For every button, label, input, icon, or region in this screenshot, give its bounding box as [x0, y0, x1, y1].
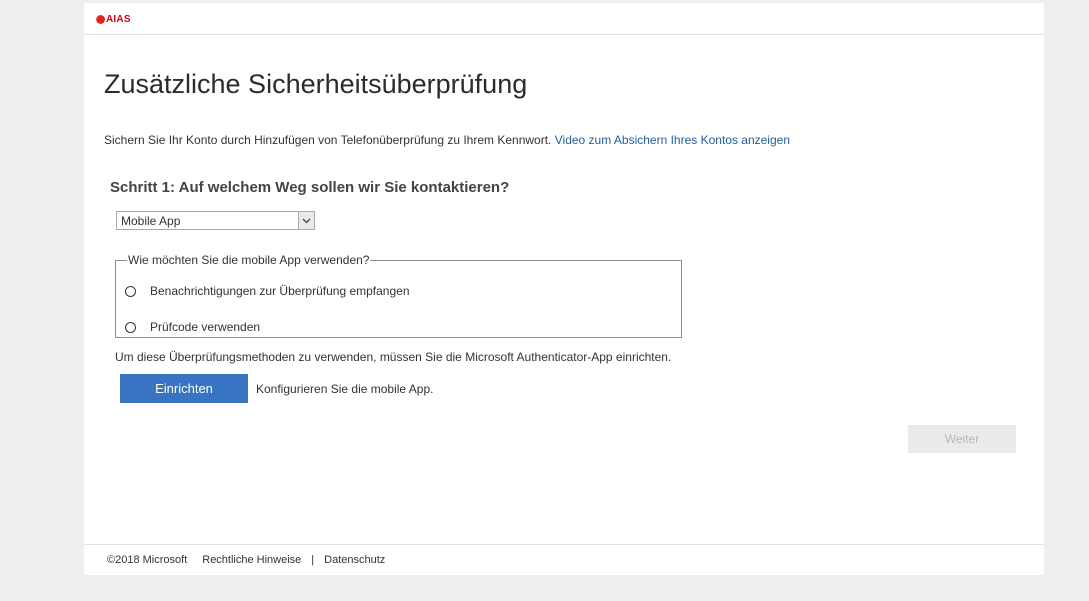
contact-method-select[interactable]: Mobile App — [116, 211, 315, 230]
footer-separator: | — [311, 554, 315, 566]
contact-method-value: Mobile App — [121, 214, 181, 228]
logo-text: AIAS — [106, 13, 131, 25]
chevron-down-icon[interactable] — [298, 212, 314, 229]
intro-text-line: Sichern Sie Ihr Konto durch Hinzufügen v… — [104, 133, 790, 147]
app-usage-group: Wie möchten Sie die mobile App verwenden… — [115, 253, 682, 338]
copyright: ©2018 Microsoft — [107, 554, 188, 566]
footer: ©2018 Microsoft Rechtliche Hinweise | Da… — [107, 554, 385, 566]
page-title: Zusätzliche Sicherheitsüberprüfung — [104, 69, 528, 99]
setup-note: Konfigurieren Sie die mobile App. — [256, 382, 434, 396]
page-container: AIAS Zusätzliche Sicherheitsüberprüfung … — [84, 3, 1044, 575]
intro-text: Sichern Sie Ihr Konto durch Hinzufügen v… — [104, 133, 552, 147]
next-button[interactable]: Weiter — [908, 425, 1016, 453]
radio-code[interactable] — [125, 321, 136, 333]
app-usage-legend: Wie möchten Sie die mobile App verwenden… — [128, 253, 370, 267]
radio-label-notification: Benachrichtigungen zur Überprüfung empfa… — [150, 284, 410, 298]
legal-link[interactable]: Rechtliche Hinweise — [202, 554, 301, 566]
video-link[interactable]: Video zum Absichern Ihres Kontos anzeige… — [555, 133, 790, 147]
footer-divider — [84, 544, 1044, 545]
setup-button[interactable]: Einrichten — [120, 374, 248, 403]
step-title: Schritt 1: Auf welchem Weg sollen wir Si… — [110, 179, 510, 196]
top-bar: AIAS — [84, 3, 1044, 35]
radio-option-notification[interactable]: Benachrichtigungen zur Überprüfung empfa… — [125, 284, 410, 298]
radio-label-code: Prüfcode verwenden — [150, 320, 261, 334]
setup-hint: Um diese Überprüfungsmethoden zu verwend… — [115, 350, 672, 364]
radio-notification[interactable] — [125, 285, 136, 297]
radio-option-code[interactable]: Prüfcode verwenden — [125, 320, 260, 334]
logo-icon — [96, 14, 105, 24]
company-logo: AIAS — [96, 13, 131, 25]
privacy-link[interactable]: Datenschutz — [324, 554, 385, 566]
